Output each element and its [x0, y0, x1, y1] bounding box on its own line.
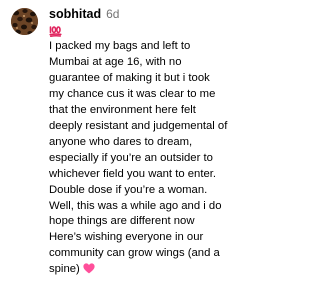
comment-body: sobhitad 6d I packed my bags and left to …	[49, 6, 249, 280]
username[interactable]: sobhitad	[49, 7, 101, 21]
comment-header: sobhitad 6d	[49, 6, 249, 23]
comment-text: I packed my bags and left to Mumbai at a…	[49, 39, 249, 280]
timestamp: 6d	[106, 7, 120, 21]
pink-heart-icon	[83, 263, 95, 280]
emoji-line	[49, 24, 249, 38]
avatar[interactable]	[11, 8, 38, 35]
avatar-image	[11, 8, 38, 35]
comment: sobhitad 6d I packed my bags and left to …	[0, 0, 255, 297]
comment-text-content: I packed my bags and left to Mumbai at a…	[49, 40, 228, 276]
